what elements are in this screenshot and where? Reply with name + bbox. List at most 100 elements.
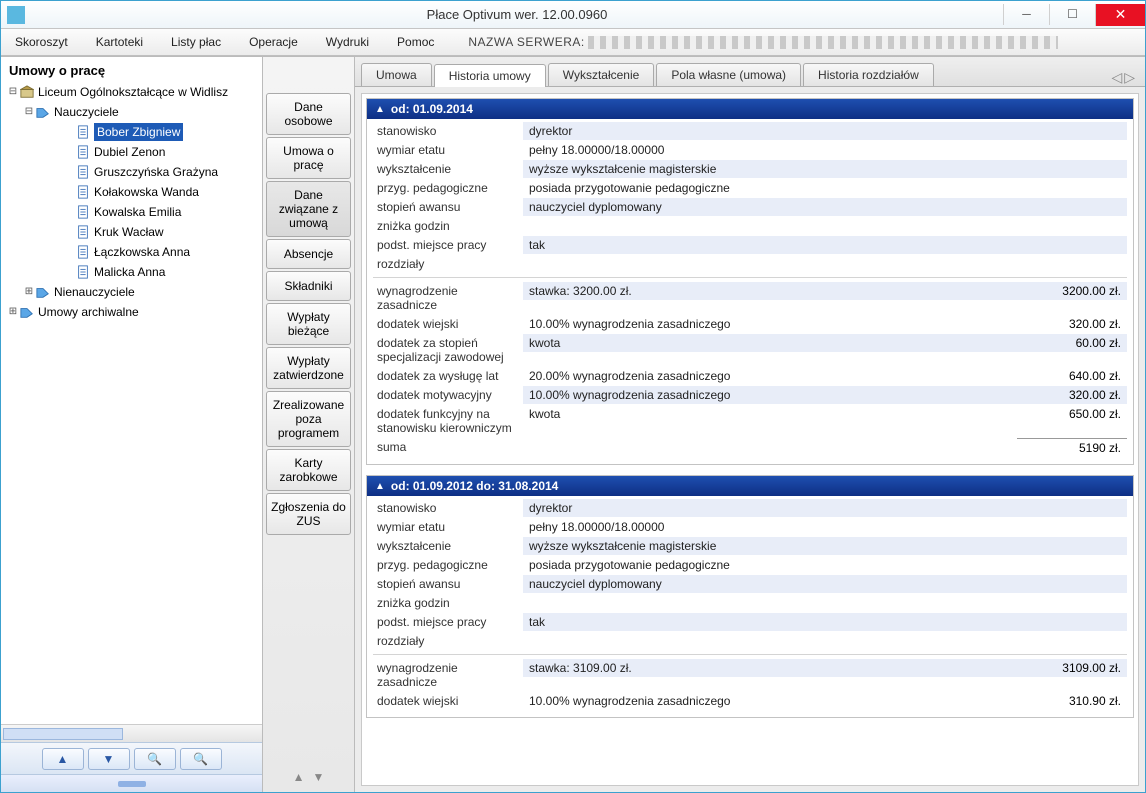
search-1-button[interactable]: 🔍: [134, 748, 176, 770]
menu-operacje[interactable]: Operacje: [235, 31, 312, 53]
server-name-redacted: [588, 36, 1058, 49]
side-tab[interactable]: Wypłaty bieżące: [266, 303, 351, 345]
tree-teacher-item[interactable]: Kruk Wacław: [5, 222, 258, 242]
document-icon: [75, 185, 91, 199]
search-2-button[interactable]: 🔍: [180, 748, 222, 770]
tree-teacher-item[interactable]: Gruszczyńska Grażyna: [5, 162, 258, 182]
field-value: [523, 217, 1127, 221]
info-row: przyg. pedagogiczneposiada przygotowanie…: [373, 556, 1127, 574]
info-row: przyg. pedagogiczneposiada przygotowanie…: [373, 179, 1127, 197]
field-value: dyrektor: [523, 499, 1127, 517]
side-tab[interactable]: Dane osobowe: [266, 93, 351, 135]
collapse-icon[interactable]: ⊟: [23, 103, 35, 121]
collapse-icon[interactable]: ⊟: [7, 83, 19, 101]
app-icon: [7, 6, 25, 24]
tab-scroll-arrows[interactable]: ◁▷: [1111, 69, 1139, 86]
history-panel[interactable]: ▲od: 01.09.2014stanowiskodyrektorwymiar …: [361, 93, 1139, 786]
pay-amount: 3109.00 zł.: [1017, 659, 1127, 677]
tree-teacher-item[interactable]: Łączkowska Anna: [5, 242, 258, 262]
tree-root[interactable]: ⊟ Liceum Ogólnokształcące w Widlisz: [5, 82, 258, 102]
field-label: podst. miejsce pracy: [373, 236, 523, 254]
section-header[interactable]: ▲od: 01.09.2014: [367, 99, 1133, 119]
menu-skoroszyt[interactable]: Skoroszyt: [1, 31, 82, 53]
history-section: ▲od: 01.09.2014 stanowiskodyrektorwymiar …: [366, 98, 1134, 465]
pay-row: dodatek za stopień specjalizacji zawodow…: [373, 334, 1127, 366]
field-label: zniżka godzin: [373, 594, 523, 612]
side-tab[interactable]: Absencje: [266, 239, 351, 269]
pay-description: kwota: [523, 405, 1017, 423]
tab-umowa[interactable]: Umowa: [361, 63, 432, 86]
pay-row: wynagrodzenie zasadniczestawka: 3109.00 …: [373, 659, 1127, 691]
info-row: zniżka godzin: [373, 217, 1127, 235]
side-tab[interactable]: Wypłaty zatwierdzone: [266, 347, 351, 389]
tab-wyksztalcenie[interactable]: Wykształcenie: [548, 63, 655, 86]
tree-teacher-item[interactable]: Dubiel Zenon: [5, 142, 258, 162]
field-label: wykształcenie: [373, 160, 523, 178]
nav-down-button[interactable]: ▼: [88, 748, 130, 770]
titlebar: Płace Optivum wer. 12.00.0960 ─ ☐ ✕: [1, 1, 1145, 29]
field-value: tak: [523, 236, 1127, 254]
nav-up-button[interactable]: ▲: [42, 748, 84, 770]
tab-historia-umowy[interactable]: Historia umowy: [434, 64, 546, 87]
pay-row: dodatek motywacyjny10.00% wynagrodzenia …: [373, 386, 1127, 404]
tree-archive[interactable]: ⊞ Umowy archiwalne: [5, 302, 258, 322]
field-value: wyższe wykształcenie magisterskie: [523, 160, 1127, 178]
field-label: rozdziały: [373, 255, 523, 273]
side-tabs-arrows[interactable]: ▲▼: [263, 762, 354, 792]
sum-row: suma5190 zł.: [373, 438, 1127, 457]
info-row: zniżka godzin: [373, 594, 1127, 612]
tree-item-label: Dubiel Zenon: [94, 143, 165, 161]
menu-pomoc[interactable]: Pomoc: [383, 31, 448, 53]
side-tab[interactable]: Zgłoszenia do ZUS: [266, 493, 351, 535]
tree-group-teachers[interactable]: ⊟ Nauczyciele: [5, 102, 258, 122]
tree[interactable]: ⊟ Liceum Ogólnokształcące w Widlisz ⊟ Na…: [1, 80, 262, 724]
tree-item-label: Kołakowska Wanda: [94, 183, 199, 201]
section-header[interactable]: ▲od: 01.09.2012 do: 31.08.2014: [367, 476, 1133, 496]
expand-icon[interactable]: ⊞: [23, 283, 35, 301]
menu-listy-plac[interactable]: Listy płac: [157, 31, 235, 53]
tab-pola-wlasne[interactable]: Pola własne (umowa): [656, 63, 801, 86]
side-tab[interactable]: Zrealizowane poza programem: [266, 391, 351, 447]
tree-footer-grip[interactable]: [1, 774, 262, 792]
pay-amount: 310.90 zł.: [1017, 692, 1127, 710]
tree-teacher-item[interactable]: Malicka Anna: [5, 262, 258, 282]
side-tab[interactable]: Umowa o pracę: [266, 137, 351, 179]
close-button[interactable]: ✕: [1095, 4, 1145, 26]
tree-teacher-item[interactable]: Kowalska Emilia: [5, 202, 258, 222]
info-row: rozdziały: [373, 632, 1127, 650]
tree-teacher-item[interactable]: Kołakowska Wanda: [5, 182, 258, 202]
pay-label: dodatek funkcyjny na stanowisku kierowni…: [373, 405, 523, 437]
field-value: [523, 255, 1127, 259]
tree-hscrollbar[interactable]: [1, 724, 262, 742]
pay-description: 10.00% wynagrodzenia zasadniczego: [523, 386, 1017, 404]
pay-label: dodatek wiejski: [373, 692, 523, 710]
menu-kartoteki[interactable]: Kartoteki: [82, 31, 157, 53]
side-tab[interactable]: Karty zarobkowe: [266, 449, 351, 491]
pay-label: dodatek za stopień specjalizacji zawodow…: [373, 334, 523, 366]
field-value: nauczyciel dyplomowany: [523, 198, 1127, 216]
info-row: podst. miejsce pracytak: [373, 613, 1127, 631]
pay-row: wynagrodzenie zasadniczestawka: 3200.00 …: [373, 282, 1127, 314]
tag-icon: [19, 305, 35, 319]
side-tab[interactable]: Dane związane z umową: [266, 181, 351, 237]
expand-icon[interactable]: ⊞: [7, 303, 19, 321]
field-label: wymiar etatu: [373, 141, 523, 159]
tab-historia-rozdzialow[interactable]: Historia rozdziałów: [803, 63, 934, 86]
tree-teacher-item[interactable]: Bober Zbigniew: [5, 122, 258, 142]
document-icon: [75, 225, 91, 239]
maximize-button[interactable]: ☐: [1049, 4, 1095, 25]
pay-amount: 640.00 zł.: [1017, 367, 1127, 385]
info-row: wymiar etatupełny 18.00000/18.00000: [373, 518, 1127, 536]
minimize-button[interactable]: ─: [1003, 4, 1049, 25]
field-value: tak: [523, 613, 1127, 631]
menu-wydruki[interactable]: Wydruki: [312, 31, 383, 53]
tree-panel: Umowy o pracę ⊟ Liceum Ogólnokształcące …: [1, 57, 263, 792]
collapse-triangle-icon: ▲: [375, 481, 385, 492]
pay-amount: 650.00 zł.: [1017, 405, 1127, 423]
field-value: posiada przygotowanie pedagogiczne: [523, 556, 1127, 574]
info-row: podst. miejsce pracytak: [373, 236, 1127, 254]
side-tab[interactable]: Składniki: [266, 271, 351, 301]
tree-group-nonteachers[interactable]: ⊞ Nienauczyciele: [5, 282, 258, 302]
info-row: stopień awansunauczyciel dyplomowany: [373, 575, 1127, 593]
info-row: stanowiskodyrektor: [373, 122, 1127, 140]
